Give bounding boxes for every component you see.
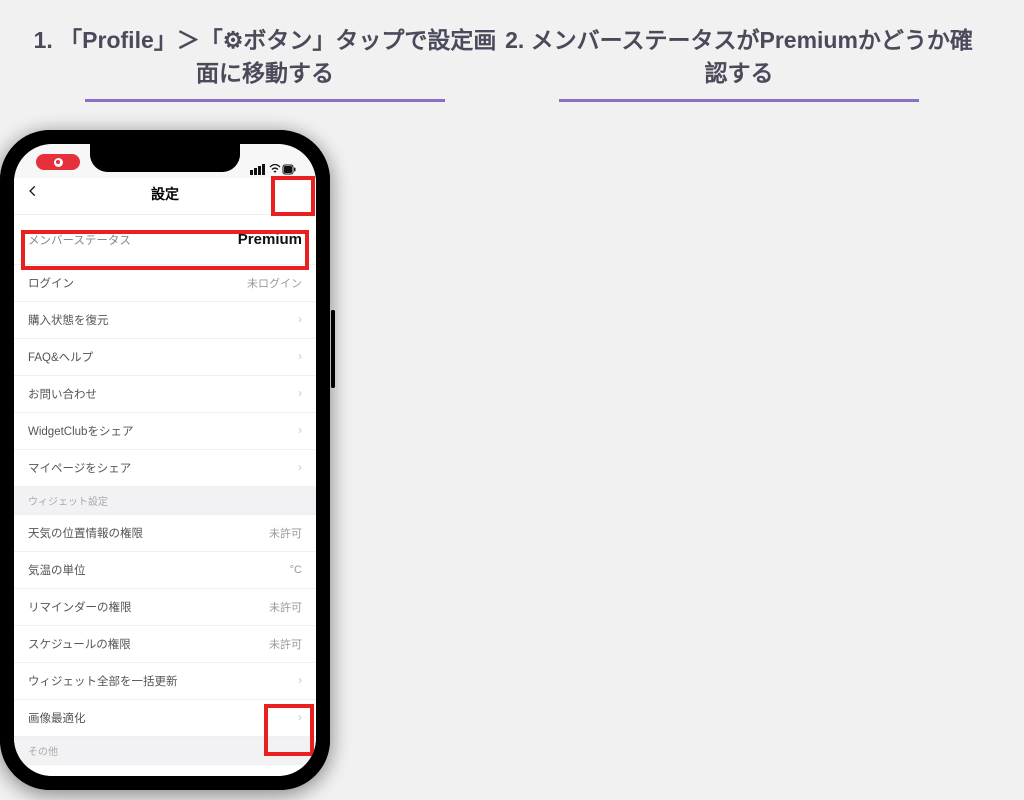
row-refresh-all[interactable]: ウィジェット全部を一括更新 › xyxy=(14,663,316,700)
member-status-value: Premium xyxy=(238,231,302,248)
status-right-icons-2 xyxy=(250,162,296,176)
screen-record-indicator xyxy=(36,154,80,170)
chevron-right-icon: › xyxy=(298,388,302,400)
member-status-label: メンバーステータス xyxy=(28,232,131,248)
image-opt-label: 画像最適化 xyxy=(28,710,86,726)
row-weather-perm[interactable]: 天気の位置情報の権限 未許可 xyxy=(14,515,316,552)
weather-perm-label: 天気の位置情報の権限 xyxy=(28,525,143,541)
login-label: ログイン xyxy=(28,275,74,291)
chevron-right-icon: › xyxy=(298,462,302,474)
back-button[interactable] xyxy=(26,182,40,200)
reminder-perm-value: 未許可 xyxy=(269,599,302,615)
chevron-right-icon: › xyxy=(298,675,302,687)
share-wc-label: WidgetClubをシェア xyxy=(28,423,133,439)
settings-title: 設定 xyxy=(151,186,179,202)
step2-title: 2. メンバーステータスがPremiumかどうか確認する xyxy=(504,24,974,91)
row-image-opt[interactable]: 画像最適化 › xyxy=(14,700,316,737)
row-share-mypage[interactable]: マイページをシェア › xyxy=(14,450,316,487)
faq-label: FAQ&ヘルプ xyxy=(28,349,93,365)
row-faq[interactable]: FAQ&ヘルプ › xyxy=(14,339,316,376)
temp-unit-label: 気温の単位 xyxy=(28,562,86,578)
step1-underline xyxy=(85,99,445,103)
section-widget: ウィジェット設定 xyxy=(14,487,316,515)
weather-perm-value: 未許可 xyxy=(269,525,302,541)
chevron-right-icon: › xyxy=(298,425,302,437)
login-value: 未ログイン xyxy=(247,275,302,291)
row-reminder-perm[interactable]: リマインダーの権限 未許可 xyxy=(14,589,316,626)
share-mypage-label: マイページをシェア xyxy=(28,460,131,476)
row-share-wc[interactable]: WidgetClubをシェア › xyxy=(14,413,316,450)
row-login[interactable]: ログイン 未ログイン xyxy=(14,265,316,302)
step2-underline xyxy=(559,99,919,103)
section-other: その他 xyxy=(14,737,316,765)
refresh-all-label: ウィジェット全部を一括更新 xyxy=(28,673,178,689)
row-temp-unit[interactable]: 気温の単位 °C xyxy=(14,552,316,589)
chevron-right-icon: › xyxy=(298,314,302,326)
row-restore[interactable]: 購入状態を復元 › xyxy=(14,302,316,339)
row-schedule-perm[interactable]: スケジュールの権限 未許可 xyxy=(14,626,316,663)
schedule-perm-value: 未許可 xyxy=(269,636,302,652)
row-user-terms[interactable]: ユーザー利用規約 › xyxy=(14,765,316,776)
row-contact[interactable]: お問い合わせ › xyxy=(14,376,316,413)
schedule-perm-label: スケジュールの権限 xyxy=(28,636,131,652)
step1-title: 1. 「Profile」＞「⚙ボタン」タップで設定画面に移動する xyxy=(30,24,500,91)
row-member-status[interactable]: メンバーステータス Premium xyxy=(14,215,316,265)
phone-frame-settings: 設定 メンバーステータス Premium ログイン 未ログイン 購入状態を復元 … xyxy=(0,130,330,790)
user-terms-label: ユーザー利用規約 xyxy=(28,775,120,776)
contact-label: お問い合わせ xyxy=(28,386,97,402)
reminder-perm-label: リマインダーの権限 xyxy=(28,599,132,615)
temp-unit-value: °C xyxy=(290,564,302,576)
chevron-right-icon: › xyxy=(298,351,302,363)
chevron-right-icon: › xyxy=(298,712,302,724)
restore-label: 購入状態を復元 xyxy=(28,312,109,328)
